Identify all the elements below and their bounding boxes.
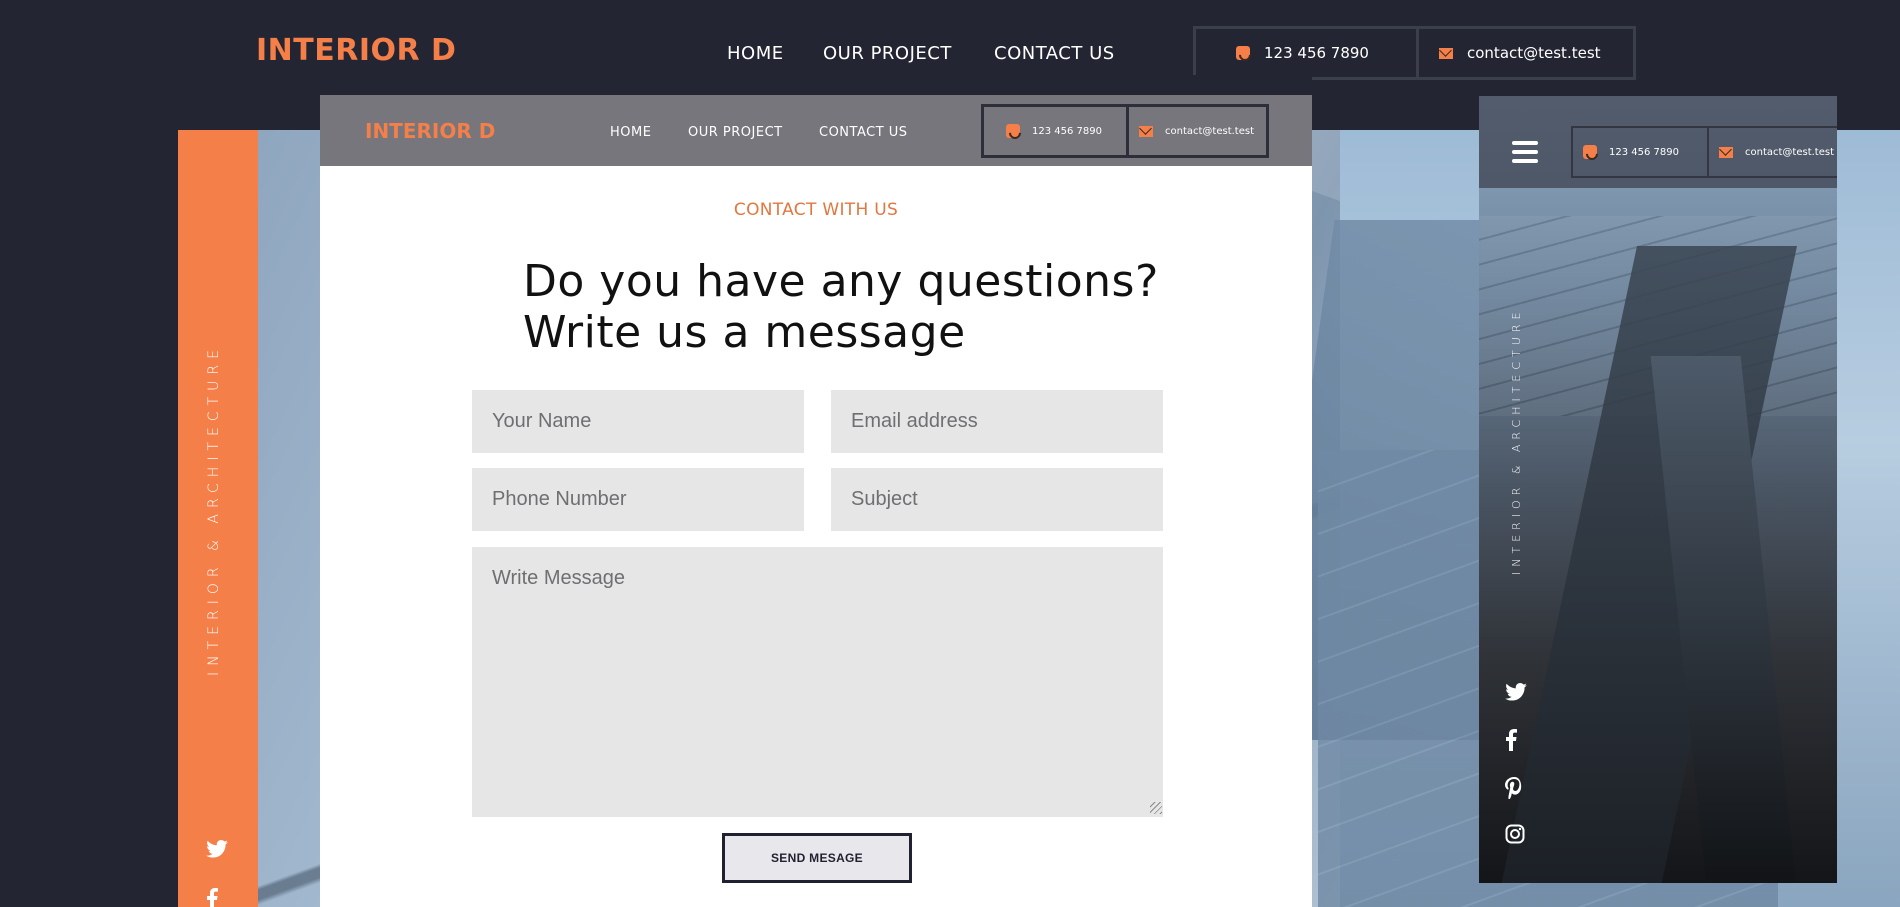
phone-field[interactable] bbox=[472, 468, 804, 531]
message-field[interactable] bbox=[472, 547, 1163, 817]
logo[interactable]: INTERIOR D bbox=[256, 33, 456, 68]
mail-icon bbox=[1439, 47, 1453, 59]
card-logo[interactable]: INTERIOR D bbox=[365, 119, 495, 143]
name-field[interactable] bbox=[472, 390, 804, 453]
page-title: Do you have any questions? Write us a me… bbox=[523, 256, 1159, 358]
card-contact-box: 123 456 7890 contact@test.test bbox=[981, 104, 1269, 158]
email-address: contact@test.test bbox=[1467, 44, 1601, 62]
card-header: INTERIOR D HOME OUR PROJECT CONTACT US 1… bbox=[320, 95, 1312, 166]
nav-home[interactable]: HOME bbox=[727, 43, 784, 64]
phone-icon bbox=[1236, 46, 1250, 60]
send-message-button[interactable]: SEND MESAGE bbox=[722, 833, 912, 883]
card-phone-number: 123 456 7890 bbox=[1032, 125, 1102, 137]
mail-icon bbox=[1139, 125, 1153, 137]
email-field[interactable] bbox=[831, 390, 1163, 453]
mobile-phone-number: 123 456 7890 bbox=[1609, 146, 1679, 158]
section-eyebrow: CONTACT WITH US bbox=[733, 200, 899, 220]
textarea-resize-handle[interactable] bbox=[1150, 802, 1162, 814]
mail-icon bbox=[1719, 146, 1733, 158]
mobile-mockup: 123 456 7890 contact@test.test INTERIOR … bbox=[1479, 96, 1837, 883]
mobile-contact-box: 123 456 7890 contact@test.test bbox=[1571, 126, 1837, 178]
phone-contact[interactable]: 123 456 7890 bbox=[1196, 29, 1416, 77]
facebook-icon[interactable] bbox=[206, 888, 230, 907]
facebook-icon[interactable] bbox=[1505, 729, 1529, 751]
card-nav-home[interactable]: HOME bbox=[610, 125, 651, 140]
contact-box: 123 456 7890 contact@test.test bbox=[1193, 26, 1636, 80]
card-nav-contact-us[interactable]: CONTACT US bbox=[819, 125, 908, 140]
subject-field[interactable] bbox=[831, 468, 1163, 531]
hamburger-menu-icon[interactable] bbox=[1512, 141, 1538, 163]
phone-icon bbox=[1006, 124, 1020, 138]
title-line-1: Do you have any questions? bbox=[523, 256, 1159, 307]
card-phone-contact[interactable]: 123 456 7890 bbox=[984, 107, 1126, 155]
mobile-email-address: contact@test.test bbox=[1745, 146, 1835, 158]
card-nav-our-project[interactable]: OUR PROJECT bbox=[688, 125, 783, 140]
nav-contact-us[interactable]: CONTACT US bbox=[994, 43, 1115, 64]
twitter-icon[interactable] bbox=[206, 840, 230, 860]
phone-icon bbox=[1583, 145, 1597, 159]
pinterest-icon[interactable] bbox=[1505, 777, 1529, 800]
mobile-header: 123 456 7890 contact@test.test bbox=[1479, 96, 1837, 188]
phone-number: 123 456 7890 bbox=[1264, 44, 1369, 62]
mobile-phone-contact[interactable]: 123 456 7890 bbox=[1573, 128, 1707, 176]
side-strip: INTERIOR & ARCHITECTURE bbox=[178, 130, 258, 907]
card-email-contact[interactable]: contact@test.test bbox=[1126, 107, 1254, 155]
mobile-email-contact[interactable]: contact@test.test bbox=[1707, 128, 1834, 176]
card-email-address: contact@test.test bbox=[1165, 125, 1255, 137]
side-tagline: INTERIOR & ARCHITECTURE bbox=[206, 344, 222, 677]
twitter-icon[interactable] bbox=[1505, 683, 1529, 705]
mobile-tagline: INTERIOR & ARCHITECTURE bbox=[1510, 307, 1523, 575]
title-line-2: Write us a message bbox=[523, 307, 966, 358]
instagram-icon[interactable] bbox=[1505, 824, 1529, 846]
nav-our-project[interactable]: OUR PROJECT bbox=[823, 43, 952, 64]
top-navbar: INTERIOR D HOME OUR PROJECT CONTACT US 1… bbox=[0, 0, 1900, 80]
email-contact[interactable]: contact@test.test bbox=[1416, 29, 1627, 77]
card-top-edge bbox=[320, 75, 1312, 95]
